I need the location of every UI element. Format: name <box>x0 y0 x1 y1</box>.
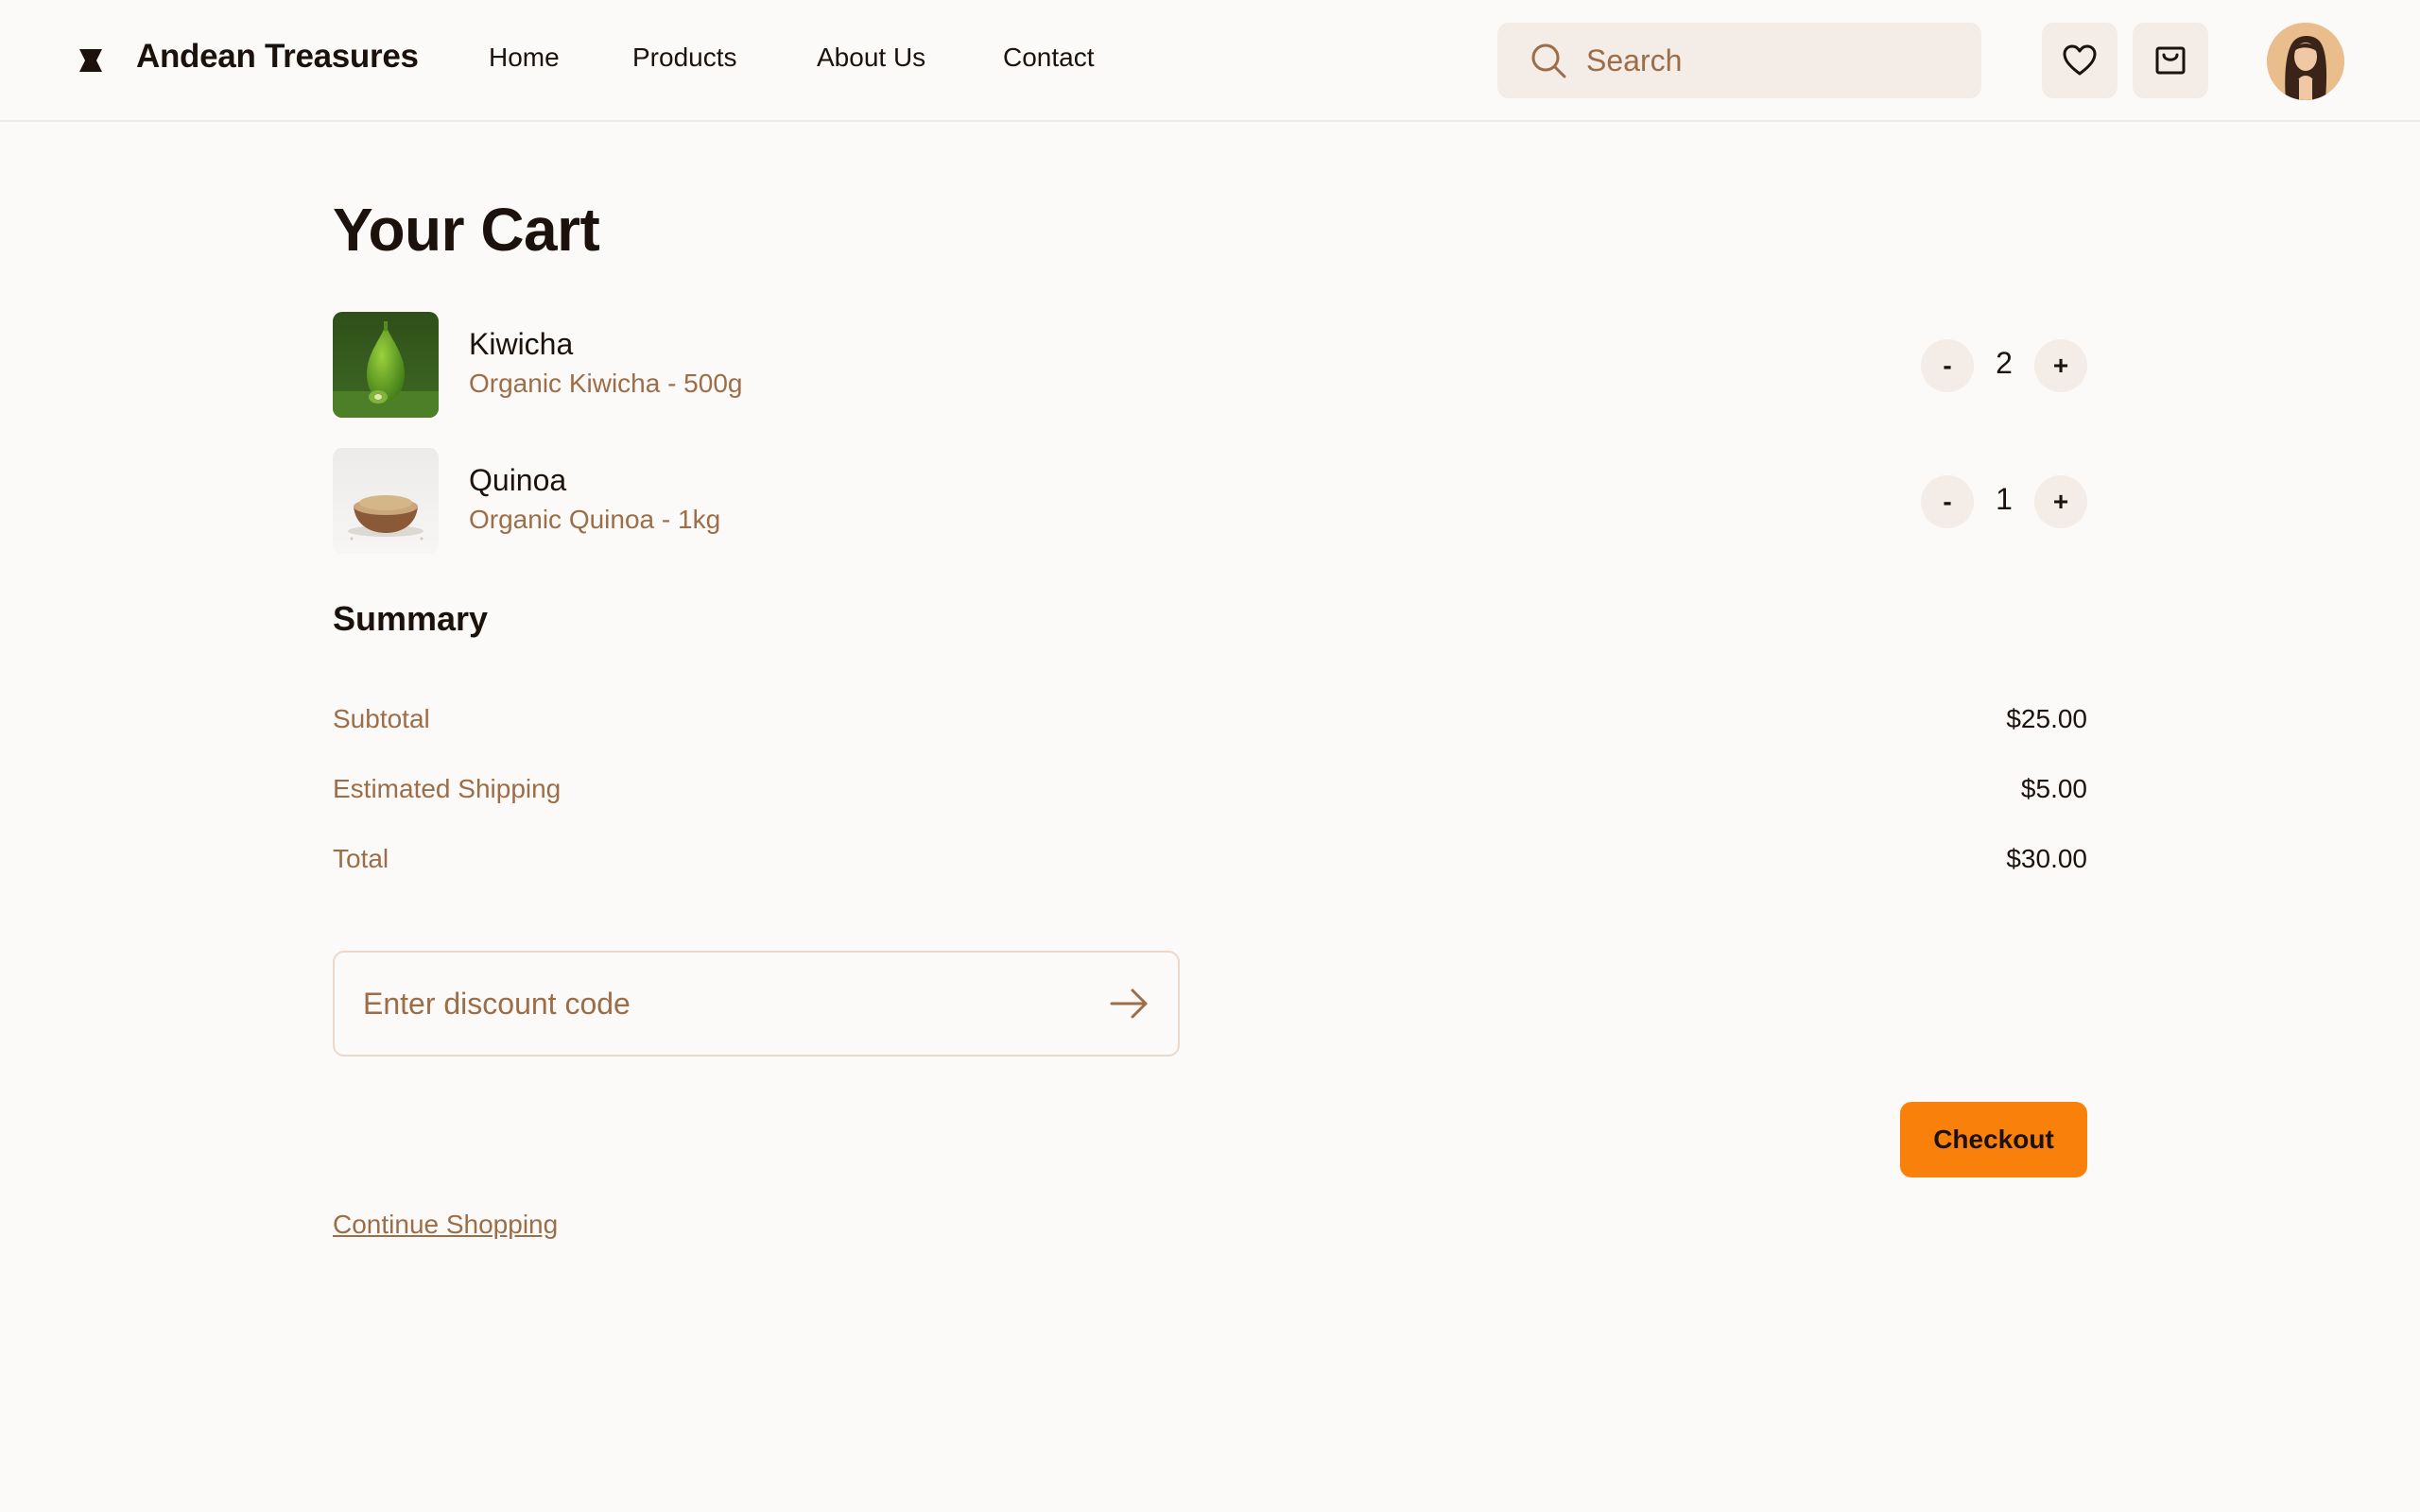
decrease-quantity-button[interactable]: - <box>1921 475 1974 528</box>
cart-button[interactable] <box>2133 23 2208 98</box>
cart-item-quinoa: Quinoa Organic Quinoa - 1kg - 1 + <box>333 448 2087 554</box>
quantity-value: 2 <box>1996 346 2013 380</box>
summary-label: Estimated Shipping <box>333 774 562 803</box>
nav-contact[interactable]: Contact <box>1003 43 1095 73</box>
search-icon <box>1531 43 1566 78</box>
top-navigation-bar: Andean Treasures Home Products About Us … <box>0 0 2420 122</box>
discount-code-input[interactable] <box>363 953 1081 1055</box>
product-image-quinoa[interactable] <box>333 448 439 554</box>
page-title: Your Cart <box>333 196 600 264</box>
search-input[interactable] <box>1586 23 1964 98</box>
quantity-value: 1 <box>1996 482 2013 516</box>
kiwicha-product-image <box>333 312 439 418</box>
cart-item-kiwicha: Kiwicha Organic Kiwicha - 500g - 2 + <box>333 312 2087 418</box>
discount-code-field <box>333 951 1180 1057</box>
summary-value: $5.00 <box>2020 774 2087 803</box>
item-description: Organic Kiwicha - 500g <box>469 369 743 398</box>
summary-row-shipping: Estimated Shipping $5.00 <box>333 774 2087 812</box>
increase-quantity-button[interactable]: + <box>2034 339 2087 392</box>
logo-icon[interactable] <box>78 47 104 74</box>
summary-title: Summary <box>333 599 489 638</box>
checkout-button[interactable]: Checkout <box>1900 1102 2087 1177</box>
brand-name[interactable]: Andean Treasures <box>136 38 419 76</box>
summary-row-subtotal: Subtotal $25.00 <box>333 704 2087 742</box>
product-image-kiwicha[interactable] <box>333 312 439 418</box>
summary-label: Total <box>333 844 389 873</box>
cart-icon <box>2155 46 2186 75</box>
item-name: Kiwicha <box>469 327 574 361</box>
increase-quantity-button[interactable]: + <box>2034 475 2087 528</box>
summary-label: Subtotal <box>333 704 430 733</box>
continue-shopping-link[interactable]: Continue Shopping <box>333 1210 558 1240</box>
nav-about-us[interactable]: About Us <box>817 43 925 73</box>
arrow-right-icon[interactable] <box>1108 985 1150 1022</box>
heart-icon <box>2063 44 2097 76</box>
nav-products[interactable]: Products <box>632 43 737 73</box>
search-box <box>1497 23 1981 98</box>
user-avatar[interactable] <box>2267 23 2344 100</box>
summary-row-total: Total $30.00 <box>333 844 2087 882</box>
decrease-quantity-button[interactable]: - <box>1921 339 1974 392</box>
nav-home[interactable]: Home <box>489 43 560 73</box>
item-name: Quinoa <box>469 463 567 497</box>
wishlist-button[interactable] <box>2042 23 2118 98</box>
item-description: Organic Quinoa - 1kg <box>469 505 721 534</box>
avatar <box>2267 23 2344 100</box>
quinoa-product-image <box>333 448 439 554</box>
summary-value: $25.00 <box>2006 704 2087 733</box>
summary-value: $30.00 <box>2006 844 2087 873</box>
